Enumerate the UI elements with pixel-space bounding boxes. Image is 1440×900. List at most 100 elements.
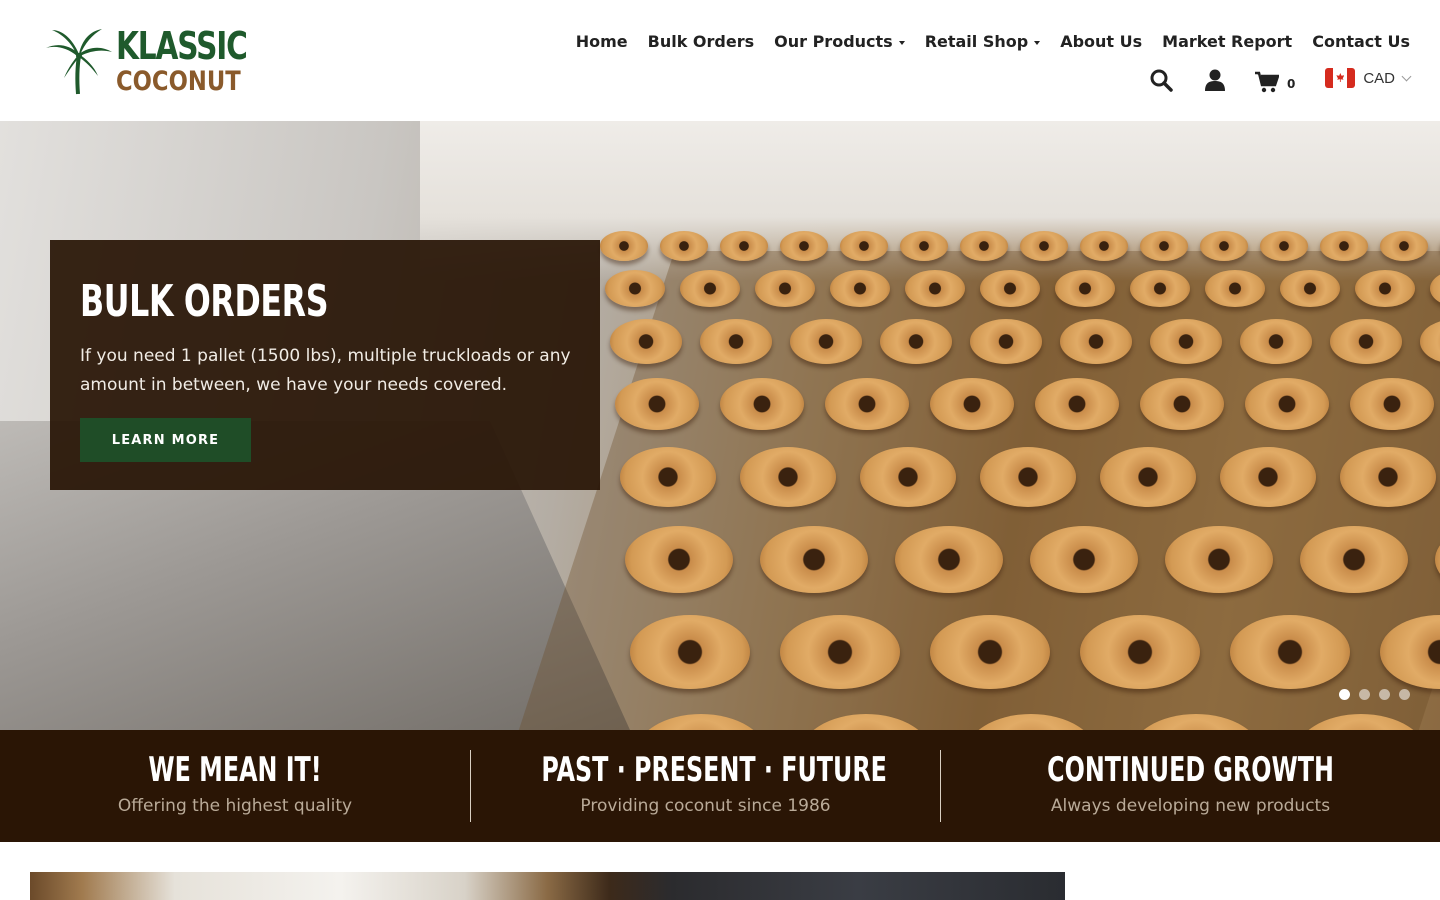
cookie-shape (980, 447, 1076, 507)
slider-dot[interactable] (1379, 689, 1390, 700)
feature-subtitle: Always developing new products (1050, 796, 1331, 816)
slider-dot[interactable] (1339, 689, 1350, 700)
cookie-shape (610, 319, 682, 364)
cookie-shape (1350, 378, 1434, 431)
cookie-shape (790, 319, 862, 364)
nav-contact-us[interactable]: Contact Us (1312, 32, 1410, 51)
cookie-shape (1150, 319, 1222, 364)
search-icon[interactable] (1149, 68, 1173, 96)
cookie-shape (1280, 270, 1340, 308)
nav-market-report-label: Market Report (1162, 32, 1293, 51)
canada-flag-icon (1325, 68, 1356, 88)
user-icon[interactable] (1204, 69, 1225, 95)
cookie-shape (880, 319, 952, 364)
nav-retail-shop[interactable]: Retail Shop (925, 32, 1041, 51)
hero-description: If you need 1 pallet (1500 lbs), multipl… (80, 346, 571, 395)
cookie-shape (720, 378, 804, 431)
cookie-shape (740, 447, 836, 507)
feature-title: PAST · PRESENT · FUTURE (541, 750, 887, 790)
feature-item: CONTINUED GROWTH Always developing new p… (940, 750, 1440, 822)
cookie-shape (630, 615, 750, 690)
hero-slider: BULK ORDERS If you need 1 pallet (1500 l… (0, 121, 1440, 730)
cookie-shape (1140, 231, 1188, 261)
cookie-shape (1100, 447, 1196, 507)
header-utility: 0 CAD (1117, 66, 1412, 98)
cart-button[interactable]: 0 (1254, 71, 1295, 93)
nav-home[interactable]: Home (576, 32, 628, 51)
cookie-shape (860, 447, 956, 507)
cookie-shape (1380, 231, 1428, 261)
cookie-shape (680, 270, 740, 308)
palm-tree-icon (46, 29, 112, 95)
cookie-shape (1165, 526, 1273, 593)
cookie-shape (1220, 447, 1316, 507)
nav-our-products-label: Our Products (774, 32, 893, 51)
learn-more-button[interactable]: LEARN MORE (80, 418, 251, 462)
nav-bulk-orders[interactable]: Bulk Orders (648, 32, 755, 51)
cart-icon (1254, 71, 1279, 93)
cookie-shape (760, 526, 868, 593)
cookie-shape (840, 231, 888, 261)
nav-home-label: Home (575, 32, 628, 51)
nav-about-us[interactable]: About Us (1060, 32, 1142, 51)
cookie-shape (930, 615, 1050, 690)
cookie-shape (960, 231, 1008, 261)
cookie-shape (1080, 231, 1128, 261)
cookie-shape (1140, 378, 1224, 431)
hero-caption-panel: BULK ORDERS If you need 1 pallet (1500 l… (50, 240, 600, 490)
cookie-shape (1205, 270, 1265, 308)
coconut-products-image (30, 872, 1065, 900)
cookie-shape (660, 231, 708, 261)
feature-item: WE MEAN IT! Offering the highest quality (0, 750, 470, 822)
cookie-shape (625, 526, 733, 593)
logo[interactable]: KLASSIC COCONUT (44, 24, 254, 98)
cookie-shape (1245, 378, 1329, 431)
nav-retail-shop-label: Retail Shop (924, 32, 1029, 51)
cookie-shape (1320, 231, 1368, 261)
cookie-shape (900, 231, 948, 261)
cookie-shape (1260, 231, 1308, 261)
cookie-shape (605, 270, 665, 308)
cookie-shape (970, 319, 1042, 364)
cookie-shape (780, 231, 828, 261)
nav-about-us-label: About Us (1060, 32, 1143, 51)
hero-title: BULK ORDERS (80, 276, 329, 327)
nav-our-products[interactable]: Our Products (774, 32, 905, 51)
cookie-shape (1200, 231, 1248, 261)
cookie-shape (700, 319, 772, 364)
logo-text-secondary: COCONUT (116, 66, 241, 97)
cookie-shape (1230, 615, 1350, 690)
feature-subtitle: Offering the highest quality (117, 796, 353, 816)
cookie-shape (1330, 319, 1402, 364)
cookie-shape (1300, 526, 1408, 593)
cookie-shape (980, 270, 1040, 308)
cookie-shape (905, 270, 965, 308)
cookie-shape (1060, 319, 1132, 364)
slider-dot[interactable] (1359, 689, 1370, 700)
chevron-down-icon (1401, 71, 1412, 81)
cookie-shape (1055, 270, 1115, 308)
cookie-shape (1130, 270, 1190, 308)
cookie-shape (620, 447, 716, 507)
cookie-shape (825, 378, 909, 431)
nav-market-report[interactable]: Market Report (1162, 32, 1292, 51)
logo-text-primary: KLASSIC (116, 24, 248, 68)
cookie-shape (1240, 319, 1312, 364)
slider-dot[interactable] (1399, 689, 1410, 700)
cookie-shape (1355, 270, 1415, 308)
site-header: KLASSIC COCONUT Home Bulk Orders Our Pro… (0, 0, 1440, 121)
cookie-shape (830, 270, 890, 308)
cookie-shape (1020, 231, 1068, 261)
cookie-shape (600, 231, 648, 261)
caret-down-icon (1034, 41, 1041, 45)
cookie-shape (615, 378, 699, 431)
nav-bulk-orders-label: Bulk Orders (647, 32, 755, 51)
cookie-shape (780, 615, 900, 690)
currency-selector[interactable]: CAD (1325, 68, 1412, 88)
feature-title: WE MEAN IT! (148, 750, 322, 790)
cookie-shape (1030, 526, 1138, 593)
cookie-shape (930, 378, 1014, 431)
cookie-shape (1340, 447, 1436, 507)
nav-contact-us-label: Contact Us (1312, 32, 1410, 51)
cookie-shape (720, 231, 768, 261)
